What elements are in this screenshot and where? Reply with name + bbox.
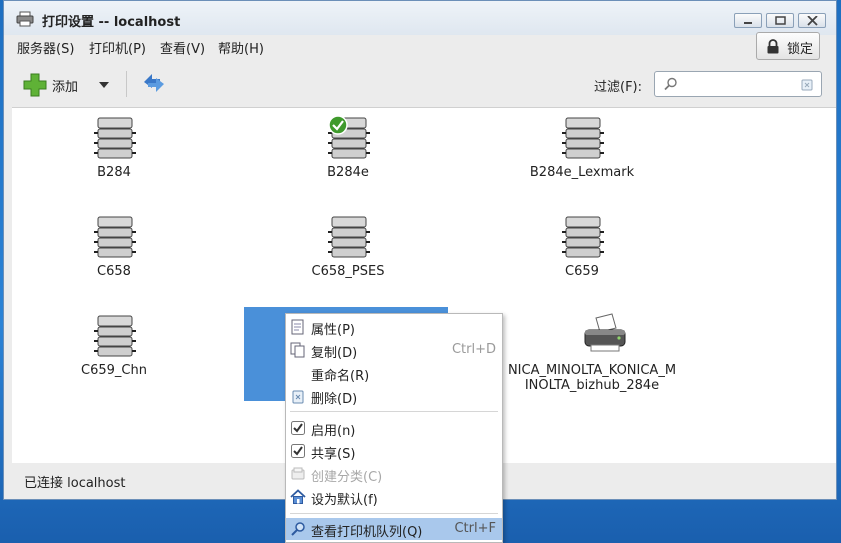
ctx-shortcut: Ctrl+D — [451, 342, 496, 357]
ctx-separator — [290, 411, 498, 412]
printer-server-icon — [92, 213, 138, 259]
printer-name-line: INOLTA_bizhub_284e — [524, 378, 660, 393]
filter-label: 过滤(F): — [594, 80, 643, 95]
ctx-label: 启用(n) — [311, 424, 356, 439]
ctx-label: 属性(P) — [311, 323, 355, 338]
add-button[interactable]: 添加 — [18, 69, 110, 102]
ctx-label: 设为默认(f) — [311, 493, 378, 508]
printer-name: C658 — [97, 264, 131, 279]
printer-name-line: NICA_MINOLTA_KONICA_M — [507, 363, 677, 378]
printer-item[interactable]: C659_Chn — [14, 306, 214, 392]
create-class-icon — [290, 466, 306, 482]
inkjet-printer-icon — [582, 312, 628, 358]
printer-item[interactable]: C659 — [482, 207, 682, 293]
ctx-label: 复制(D) — [311, 346, 358, 361]
maximize-button[interactable] — [766, 13, 794, 28]
printer-name: C658_PSES — [311, 264, 385, 279]
printer-server-icon — [560, 213, 606, 259]
printer-server-icon — [326, 114, 372, 160]
menu-printer[interactable]: 打印机(P) — [89, 38, 146, 57]
printer-item[interactable]: B284e — [248, 108, 448, 194]
connection-status: 已连接 localhost — [24, 476, 126, 491]
printer-name: C659_Chn — [81, 363, 147, 378]
printer-app-icon — [16, 11, 34, 31]
chevron-down-icon[interactable] — [98, 78, 110, 93]
ctx-separator — [290, 513, 498, 514]
ctx-label: 创建分类(C) — [311, 470, 383, 485]
ctx-view-queue[interactable]: 查看打印机队列(Q) Ctrl+F — [286, 518, 502, 540]
ctx-label: 删除(D) — [311, 392, 358, 407]
ctx-label: 重命名(R) — [311, 369, 370, 384]
printer-item[interactable]: NICA_MINOLTA_KONICA_M INOLTA_bizhub_284e — [482, 306, 702, 393]
printer-name: NICA_MINOLTA_KONICA_M INOLTA_bizhub_284e — [482, 363, 702, 393]
printer-name: B284e — [327, 165, 369, 180]
properties-icon — [290, 319, 306, 335]
printer-server-icon — [92, 312, 138, 358]
delete-icon — [290, 388, 306, 404]
ctx-enable[interactable]: 启用(n) — [286, 417, 502, 439]
filter-input[interactable] — [683, 74, 797, 96]
default-check-icon — [328, 115, 348, 135]
home-icon — [290, 489, 306, 505]
printer-name: C659 — [565, 264, 599, 279]
ctx-set-default[interactable]: 设为默认(f) — [286, 486, 502, 508]
menu-server[interactable]: 服务器(S) — [17, 38, 74, 57]
toolbar-separator — [126, 71, 127, 97]
close-button[interactable] — [798, 13, 826, 28]
printer-item[interactable]: C658 — [14, 207, 214, 293]
ctx-create-class: 创建分类(C) — [286, 463, 502, 485]
ctx-label: 共享(S) — [311, 447, 356, 462]
checkbox-checked-icon — [290, 420, 306, 436]
add-plus-icon — [22, 72, 48, 102]
printer-name: B284 — [97, 165, 131, 180]
printer-server-icon — [92, 114, 138, 160]
lock-button[interactable]: 锁定 — [756, 32, 820, 60]
menu-view[interactable]: 查看(V) — [160, 38, 205, 57]
printer-item[interactable]: B284 — [14, 108, 214, 194]
printer-name: B284e_Lexmark — [529, 165, 635, 180]
context-menu: 属性(P) 复制(D) Ctrl+D 重命名(R) 删除(D) 启用(n) 共享… — [285, 313, 503, 543]
printer-item[interactable]: B284e_Lexmark — [482, 108, 682, 194]
ctx-delete[interactable]: 删除(D) — [286, 385, 502, 407]
clear-icon[interactable] — [801, 78, 813, 95]
ctx-copy[interactable]: 复制(D) Ctrl+D — [286, 339, 502, 361]
ctx-shortcut: Ctrl+F — [454, 521, 496, 536]
printer-server-icon — [326, 213, 372, 259]
add-label: 添加 — [52, 80, 79, 95]
toolbar: 添加 过滤(F): — [4, 63, 836, 105]
menu-help[interactable]: 帮助(H) — [218, 38, 264, 57]
ctx-rename[interactable]: 重命名(R) — [286, 362, 502, 384]
printer-item[interactable]: C658_PSES — [248, 207, 448, 293]
menu-bar: 服务器(S) 打印机(P) 查看(V) 帮助(H) — [4, 35, 836, 59]
refresh-icon — [144, 74, 164, 92]
ctx-properties[interactable]: 属性(P) — [286, 316, 502, 338]
lock-icon — [766, 39, 780, 58]
copy-icon — [290, 342, 306, 358]
refresh-button[interactable] — [140, 71, 170, 97]
minimize-button[interactable] — [734, 13, 762, 28]
printer-server-icon — [560, 114, 606, 160]
ctx-label: 查看打印机队列(Q) — [311, 525, 423, 540]
queue-search-icon — [290, 521, 306, 537]
checkbox-checked-icon — [290, 443, 306, 459]
filter-field[interactable] — [654, 71, 822, 97]
search-icon — [664, 77, 678, 95]
window-title: 打印设置 -- localhost — [42, 15, 181, 30]
title-bar[interactable]: 打印设置 -- localhost — [4, 1, 836, 35]
ctx-share[interactable]: 共享(S) — [286, 440, 502, 462]
lock-label: 锁定 — [787, 42, 814, 57]
